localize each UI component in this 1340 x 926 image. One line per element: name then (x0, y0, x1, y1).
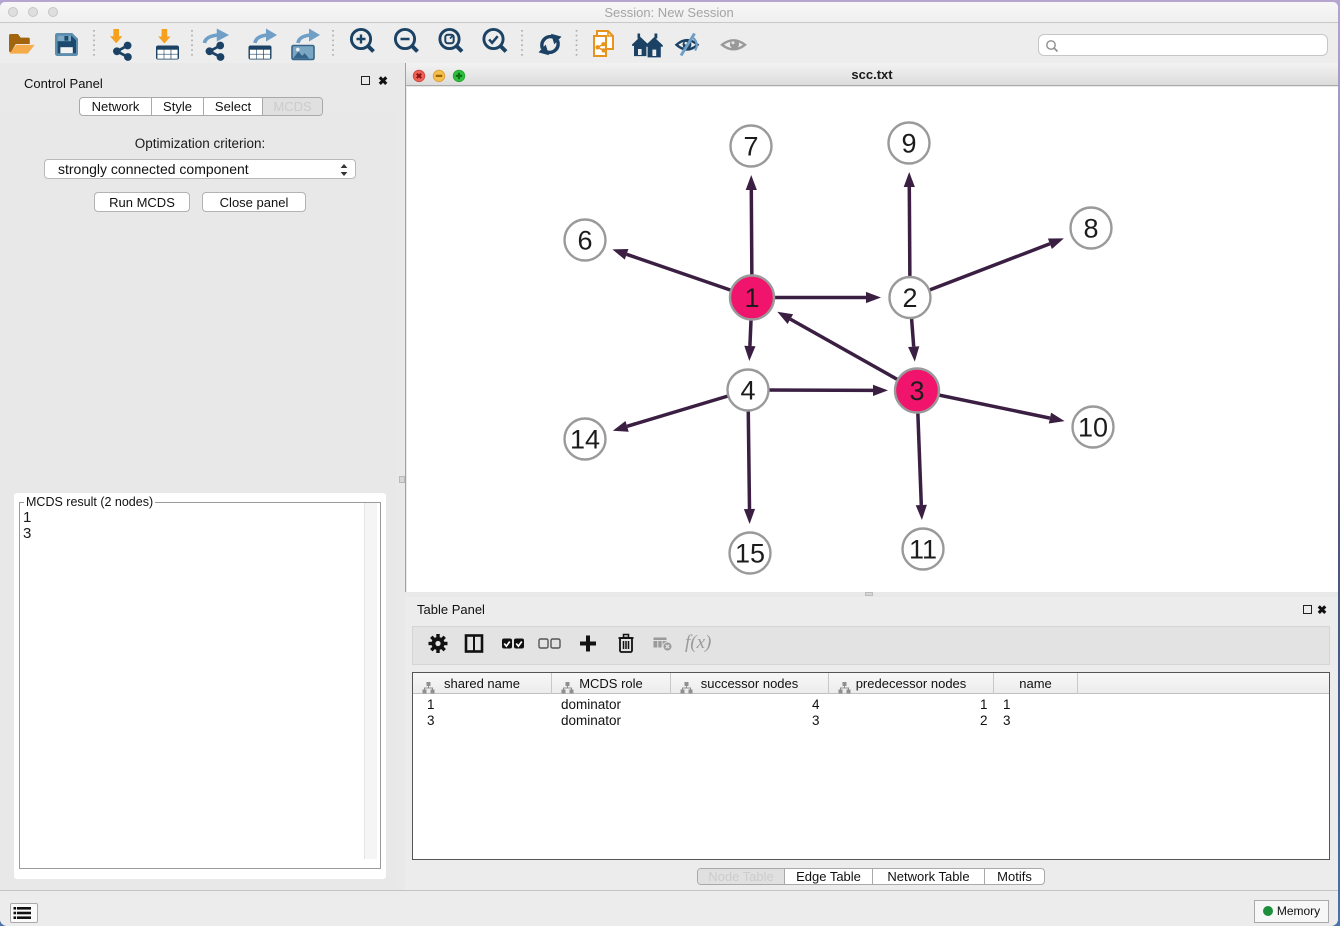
svg-text:14: 14 (570, 425, 600, 455)
svg-text:8: 8 (1083, 214, 1098, 244)
svg-text:4: 4 (740, 376, 755, 406)
svg-text:11: 11 (909, 535, 937, 565)
svg-text:15: 15 (735, 539, 765, 569)
svg-text:7: 7 (743, 132, 758, 162)
svg-text:1: 1 (744, 283, 759, 313)
svg-text:3: 3 (909, 376, 924, 406)
svg-text:6: 6 (577, 226, 592, 256)
svg-text:2: 2 (902, 283, 917, 313)
svg-text:9: 9 (901, 129, 916, 159)
svg-text:10: 10 (1078, 413, 1108, 443)
